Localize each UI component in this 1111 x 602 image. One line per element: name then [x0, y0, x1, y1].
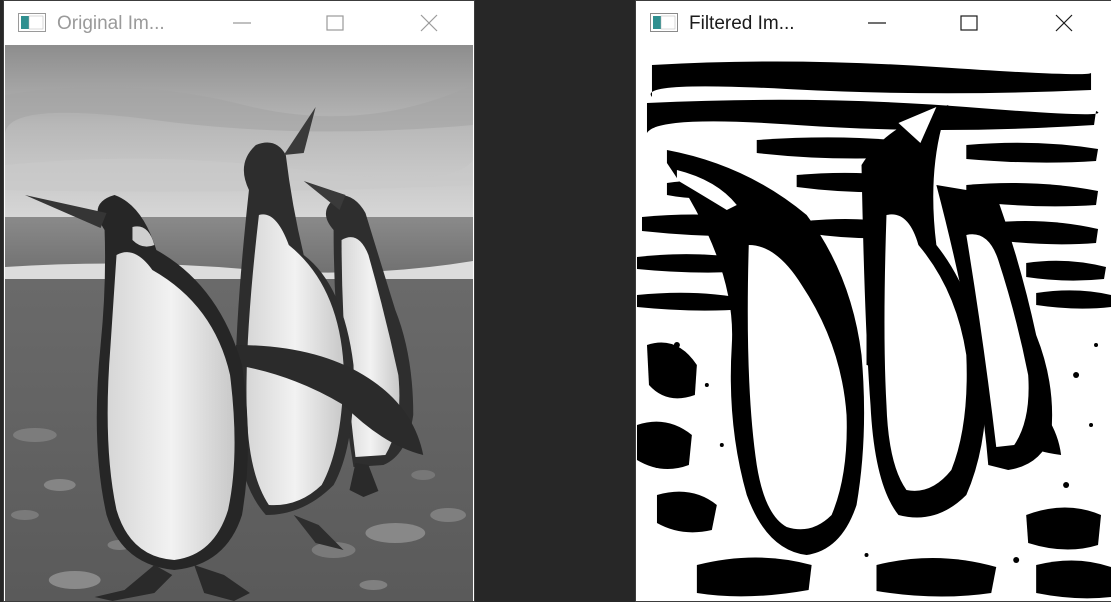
app-window-icon	[650, 13, 678, 32]
window-title: Filtered Im...	[689, 13, 795, 34]
filtered-image-window[interactable]: Filtered Im...	[635, 0, 1111, 602]
app-window-icon	[18, 13, 46, 32]
maximize-button[interactable]	[946, 1, 992, 45]
close-button[interactable]	[1041, 1, 1087, 45]
close-icon	[1055, 14, 1073, 32]
close-icon	[420, 14, 438, 32]
original-image-canvas	[5, 45, 473, 601]
filtered-window-titlebar[interactable]: Filtered Im...	[636, 1, 1111, 45]
minimize-button[interactable]	[854, 1, 900, 45]
grayscale-penguins-image	[5, 45, 473, 601]
close-button[interactable]	[406, 1, 452, 45]
original-window-titlebar[interactable]: Original Im...	[4, 1, 474, 45]
thresholded-penguins-image	[637, 45, 1111, 601]
filtered-image-canvas	[637, 45, 1111, 601]
minimize-icon	[868, 22, 886, 24]
maximize-icon	[326, 15, 344, 31]
window-title: Original Im...	[57, 13, 165, 34]
original-image-window[interactable]: Original Im...	[3, 0, 475, 602]
maximize-icon	[960, 15, 978, 31]
minimize-button[interactable]	[219, 1, 265, 45]
minimize-icon	[233, 22, 251, 24]
maximize-button[interactable]	[312, 1, 358, 45]
